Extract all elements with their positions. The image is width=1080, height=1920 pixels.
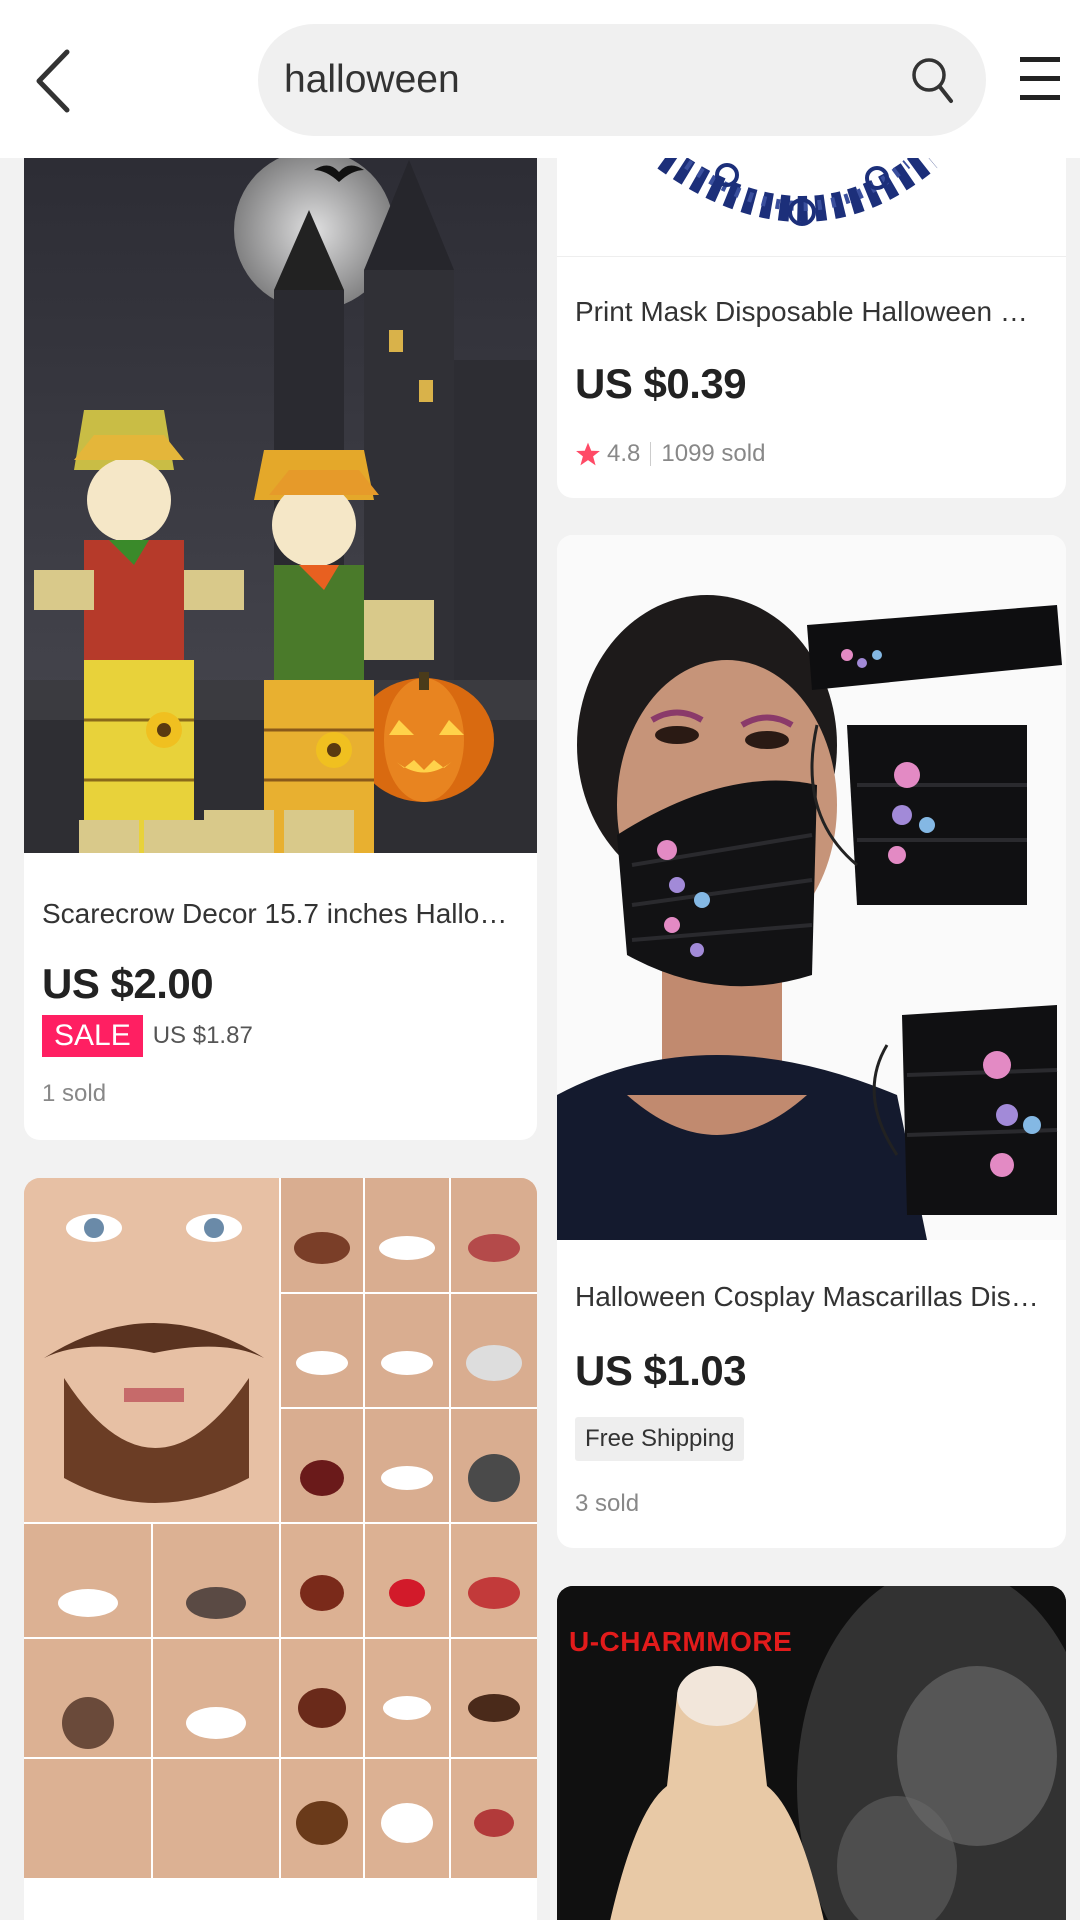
back-button[interactable] <box>18 36 88 126</box>
product-card-print-mask[interactable]: Print Mask Disposable Halloween Cosp... … <box>557 120 1066 498</box>
rating-value: 4.8 <box>607 440 641 467</box>
divider <box>650 442 652 466</box>
menu-icon <box>1020 57 1060 100</box>
product-title: Halloween Cosplay Mascarillas Dispos... <box>575 1281 1048 1312</box>
sold-count: 3 sold <box>575 1490 640 1517</box>
sale-price: US $1.87 <box>152 1022 253 1049</box>
search-icon <box>912 58 953 103</box>
search-input[interactable] <box>284 58 902 102</box>
menu-button[interactable] <box>1008 44 1072 114</box>
product-card-face-masks[interactable] <box>24 1178 537 1920</box>
sale-row: SALE US $1.87 <box>42 1015 253 1057</box>
brand-label: U-CHARMMORE <box>569 1626 793 1657</box>
star-icon <box>576 442 600 466</box>
product-image <box>557 535 1066 1240</box>
product-image <box>24 120 537 853</box>
product-title: Print Mask Disposable Halloween Cosp... <box>575 296 1048 327</box>
sold-count: 1 sold <box>42 1080 107 1107</box>
product-price: US $0.39 <box>575 360 747 407</box>
free-shipping-badge: Free Shipping <box>575 1417 745 1461</box>
search-button[interactable] <box>902 50 962 110</box>
sale-badge: SALE <box>42 1015 143 1057</box>
product-price: US $2.00 <box>42 960 214 1007</box>
product-card-silicone[interactable]: U-CHARMMORE <box>557 1586 1066 1920</box>
top-bar <box>0 0 1080 158</box>
sold-count: 1099 sold <box>661 440 766 467</box>
product-card-scarecrow[interactable]: Scarecrow Decor 15.7 inches Hallowee... … <box>24 120 537 1140</box>
back-arrow-icon <box>36 49 70 113</box>
product-card-butterfly-mask[interactable]: Halloween Cosplay Mascarillas Dispos... … <box>557 535 1066 1548</box>
product-image <box>24 1178 537 1878</box>
rating-row: 4.8 1099 sold <box>575 440 765 468</box>
product-title: Scarecrow Decor 15.7 inches Hallowee... <box>42 898 519 929</box>
product-price: US $1.03 <box>575 1347 747 1394</box>
search-bar[interactable] <box>258 24 986 136</box>
